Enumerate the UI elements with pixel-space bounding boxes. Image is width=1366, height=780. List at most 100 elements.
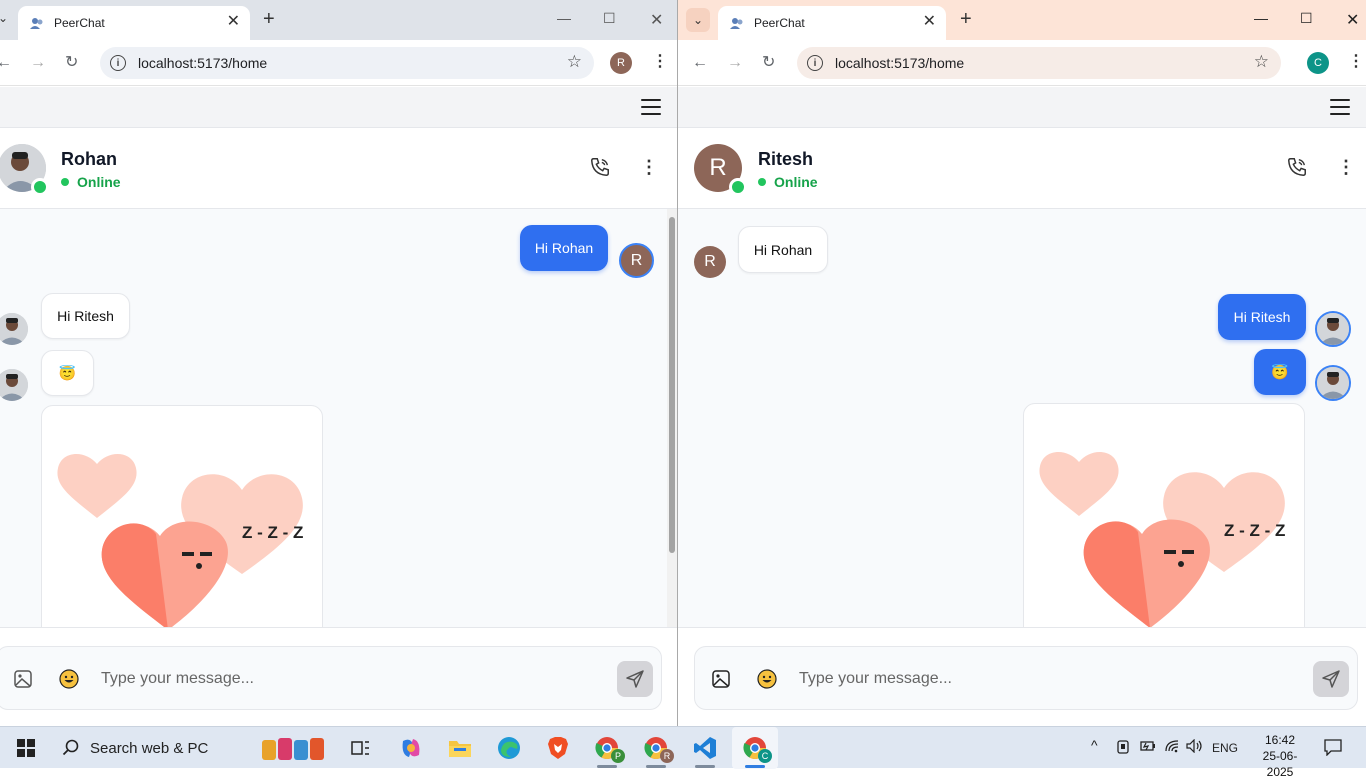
status-dot [61, 178, 69, 186]
message-bubble[interactable]: Hi Ritesh [41, 293, 130, 339]
hamburger-menu-icon[interactable] [1330, 99, 1350, 115]
message-bubble[interactable]: 😇 [41, 350, 94, 396]
profile-badge: C [758, 749, 772, 763]
notifications-icon[interactable] [1324, 738, 1342, 759]
peerchat-favicon-icon [30, 16, 44, 30]
back-arrow-icon[interactable]: ← [692, 53, 708, 73]
address-bar[interactable]: i localhost:5173/home ☆ [797, 47, 1281, 79]
contact-name: Rohan [61, 149, 117, 169]
maximize-icon[interactable]: ☐ [1300, 10, 1313, 27]
language-indicator[interactable]: ENG [1212, 741, 1238, 755]
message-bubble[interactable]: 😇 [1254, 349, 1306, 395]
chat-options-icon[interactable]: ⋮ [1337, 158, 1355, 176]
image-upload-icon[interactable] [711, 669, 731, 689]
send-button[interactable] [1313, 661, 1349, 697]
edge-browser-icon[interactable] [493, 727, 525, 769]
wifi-icon[interactable] [1164, 739, 1180, 756]
reload-icon[interactable]: ↻ [65, 53, 78, 73]
system-clock[interactable]: 16:42 25-06-2025 [1253, 732, 1307, 780]
browser-tab[interactable]: PeerChat ✕ [18, 6, 250, 40]
meet-now-icon[interactable] [1116, 739, 1130, 758]
task-view-icon[interactable] [346, 727, 374, 769]
new-tab-button[interactable]: + [960, 9, 972, 29]
tab-search-chevron-icon[interactable]: ⌄ [0, 11, 8, 25]
browser-toolbar: ← → ↻ i localhost:5173/home ☆ C ⋮ [678, 40, 1366, 86]
windows-taskbar: Search web & PC P R C ^ ENG 16:42 25-06-… [0, 726, 1366, 779]
taskbar-search[interactable]: Search web & PC [52, 731, 248, 765]
profile-avatar[interactable]: R [610, 52, 632, 74]
browser-tab[interactable]: PeerChat ✕ [718, 6, 946, 40]
volume-icon[interactable] [1186, 738, 1204, 756]
message-scrollbar[interactable] [667, 209, 677, 627]
forward-arrow-icon[interactable]: → [727, 53, 743, 73]
phone-call-icon[interactable] [589, 156, 611, 178]
url-text: localhost:5173/home [835, 55, 965, 71]
close-window-icon[interactable]: ✕ [1346, 10, 1359, 30]
vscode-icon[interactable] [687, 727, 723, 769]
image-upload-icon[interactable] [13, 669, 33, 689]
chat-options-icon[interactable]: ⋮ [640, 158, 658, 176]
sticker-message[interactable]: Z - Z - Z [41, 405, 323, 627]
message-bubble[interactable]: Hi Ritesh [1218, 294, 1306, 340]
emoji-message: 😇 [58, 364, 77, 381]
search-highlight-icon[interactable] [256, 727, 336, 769]
show-hidden-icons-chevron-icon[interactable]: ^ [1091, 737, 1098, 753]
tab-title: PeerChat [54, 16, 105, 30]
scrollbar-thumb[interactable] [669, 217, 675, 553]
tab-search-chevron-icon[interactable]: ⌄ [686, 8, 710, 32]
back-arrow-icon[interactable]: ← [0, 53, 12, 73]
emoji-picker-icon[interactable] [757, 669, 777, 689]
contact-avatar-small [0, 369, 28, 401]
new-tab-button[interactable]: + [263, 9, 275, 29]
sender-avatar: R [619, 243, 654, 278]
reload-icon[interactable]: ↻ [762, 53, 775, 73]
chat-header: Rohan Online ⋮ [0, 128, 677, 209]
close-window-icon[interactable]: ✕ [650, 10, 663, 30]
maximize-icon[interactable]: ☐ [603, 10, 616, 27]
tab-strip: ⌄ PeerChat ✕ + — ☐ ✕ [0, 0, 677, 40]
minimize-icon[interactable]: — [557, 10, 571, 26]
sticker-message[interactable]: Z - Z - Z [1023, 403, 1305, 627]
phone-call-icon[interactable] [1286, 156, 1308, 178]
copilot-icon[interactable] [395, 727, 427, 769]
start-button[interactable] [12, 727, 40, 769]
contact-status: Online [758, 174, 818, 190]
message-input[interactable] [101, 665, 501, 693]
send-button[interactable] [617, 661, 653, 697]
send-icon [626, 670, 644, 688]
emoji-picker-icon[interactable] [59, 669, 79, 689]
minimize-icon[interactable]: — [1254, 10, 1268, 26]
clock-date: 25-06-2025 [1262, 749, 1298, 779]
bookmark-star-icon[interactable]: ☆ [567, 52, 582, 72]
message-text: Hi Ritesh [57, 308, 114, 324]
forward-arrow-icon[interactable]: → [30, 53, 46, 73]
file-explorer-icon[interactable] [444, 727, 476, 769]
site-info-icon[interactable]: i [110, 55, 126, 71]
close-tab-icon[interactable]: ✕ [227, 14, 240, 30]
status-text: Online [774, 174, 818, 190]
chrome-profile-r-icon[interactable]: R [638, 727, 674, 769]
address-bar[interactable]: i localhost:5173/home ☆ [100, 47, 594, 79]
online-indicator [31, 178, 49, 196]
avatar-initial: R [704, 253, 716, 270]
online-indicator [729, 178, 747, 196]
battery-icon[interactable] [1140, 739, 1156, 756]
composer [694, 646, 1358, 710]
site-info-icon[interactable]: i [807, 55, 823, 71]
message-bubble[interactable]: Hi Rohan [520, 225, 608, 271]
browser-menu-icon[interactable]: ⋮ [652, 52, 668, 72]
hamburger-menu-icon[interactable] [641, 99, 661, 115]
message-bubble[interactable]: Hi Rohan [738, 226, 828, 273]
contact-name: Ritesh [758, 149, 814, 169]
close-tab-icon[interactable]: ✕ [923, 14, 936, 30]
message-input[interactable] [799, 665, 1199, 693]
brave-browser-icon[interactable] [542, 727, 574, 769]
peerchat-app: R Ritesh Online ⋮ R Hi Rohan Hi Ritesh 😇 [678, 87, 1366, 726]
browser-menu-icon[interactable]: ⋮ [1348, 52, 1364, 72]
chrome-profile-p-icon[interactable]: P [589, 727, 625, 769]
chrome-profile-c-icon[interactable]: C [732, 727, 778, 769]
bookmark-star-icon[interactable]: ☆ [1254, 52, 1269, 72]
peerchat-app: Rohan Online ⋮ Hi Rohan R Hi Ritesh 😇 Z … [0, 87, 677, 726]
profile-avatar[interactable]: C [1307, 52, 1329, 74]
app-header [0, 87, 677, 128]
